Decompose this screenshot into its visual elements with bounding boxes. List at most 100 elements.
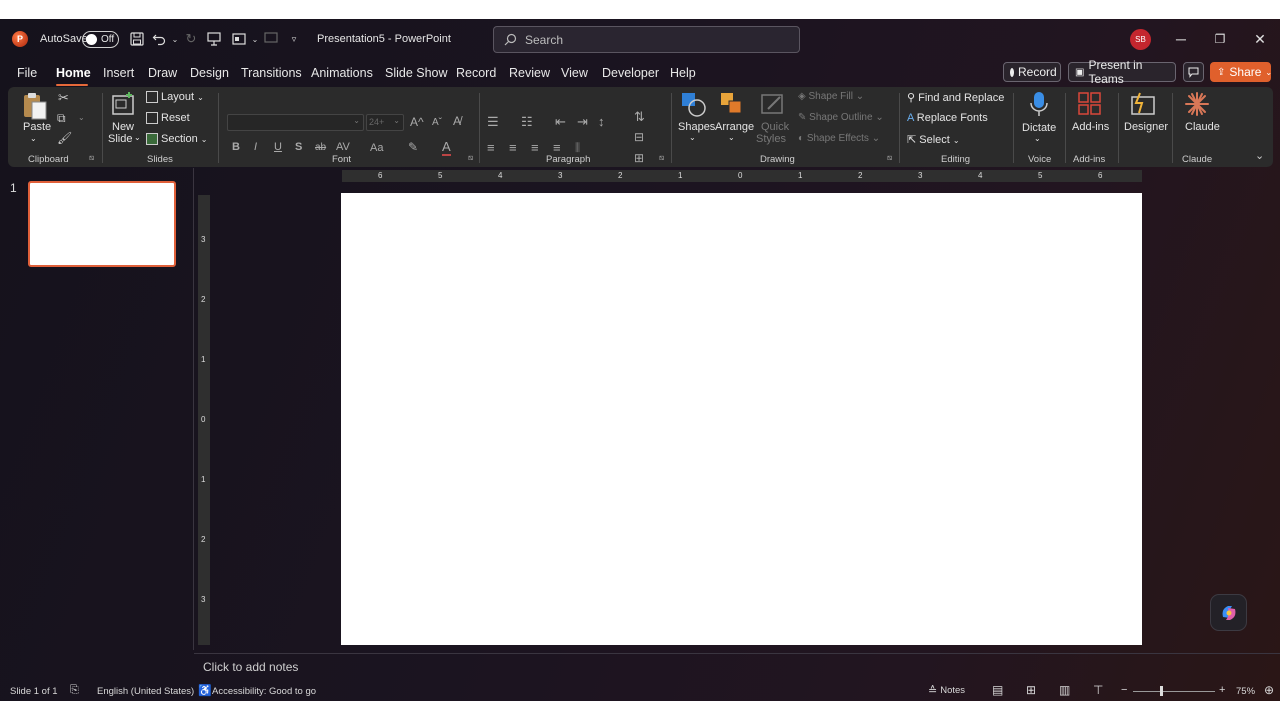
font-color-icon[interactable]: A	[442, 139, 451, 156]
notes-button[interactable]: ≙ Notes	[928, 684, 965, 697]
restore-icon[interactable]: ❐	[1210, 29, 1230, 49]
decrease-indent-icon[interactable]: ⇤	[555, 114, 566, 130]
slide-thumbnail[interactable]	[28, 181, 176, 267]
increase-indent-icon[interactable]: ⇥	[577, 114, 588, 130]
shapes-dropdown-icon[interactable]: ⌄	[689, 133, 696, 142]
align-text-icon[interactable]: ⊟	[634, 130, 644, 144]
pane-divider[interactable]	[193, 168, 194, 650]
format-painter-icon[interactable]: 🖌	[57, 131, 72, 145]
cut-icon[interactable]: ✂	[58, 90, 69, 106]
share-button[interactable]: ⇪ Share ⌄	[1210, 62, 1272, 82]
align-center-icon[interactable]: ≡	[509, 140, 517, 155]
minimize-icon[interactable]: ─	[1171, 29, 1191, 49]
tab-slide-show[interactable]: Slide Show	[385, 66, 448, 80]
quick-styles-icon[interactable]	[760, 91, 786, 117]
slide-sorter-icon[interactable]: ⊞	[1026, 683, 1036, 697]
clipboard-launcher-icon[interactable]: ⧅	[89, 153, 94, 163]
reading-view-icon[interactable]: ▥	[1059, 683, 1070, 697]
justify-icon[interactable]: ≡	[553, 140, 561, 155]
reset-button[interactable]: Reset	[146, 112, 190, 125]
shape-outline-button[interactable]: ✎ Shape Outline ⌄	[798, 112, 884, 123]
tab-draw[interactable]: Draw	[148, 66, 177, 80]
font-size-input[interactable]: 24+ ⌄	[366, 114, 404, 131]
shape-fill-button[interactable]: ◈ Shape Fill ⌄	[798, 91, 864, 102]
tab-home[interactable]: Home	[56, 66, 91, 80]
copilot-button[interactable]	[1210, 594, 1247, 631]
zoom-out-icon[interactable]: −	[1121, 684, 1127, 696]
tab-animations[interactable]: Animations	[311, 66, 373, 80]
zoom-slider[interactable]	[1133, 691, 1215, 692]
customize-qat-icon[interactable]: ▿	[285, 30, 303, 48]
tab-view[interactable]: View	[561, 66, 588, 80]
slideshow-view-icon[interactable]: ⊤	[1093, 683, 1103, 697]
claude-icon[interactable]	[1184, 91, 1210, 117]
bold-button[interactable]: B	[232, 141, 240, 153]
present-from-beginning-icon[interactable]	[205, 30, 223, 48]
bullets-icon[interactable]: ☰	[487, 114, 499, 130]
font-name-input[interactable]: ⌄	[227, 114, 364, 131]
grow-font-icon[interactable]: A^	[410, 115, 424, 129]
paste-icon[interactable]	[22, 91, 48, 121]
quick-styles-label-2[interactable]: Styles	[756, 133, 786, 145]
comments-button[interactable]	[1183, 62, 1204, 82]
normal-view-icon[interactable]: ▤	[992, 683, 1003, 697]
dictate-label[interactable]: Dictate	[1022, 122, 1056, 134]
arrange-label[interactable]: Arrange	[715, 121, 754, 133]
layout-button[interactable]: Layout ⌄	[146, 91, 204, 104]
search-input[interactable]: Search	[493, 26, 800, 53]
redo-icon[interactable]: ↻	[182, 30, 200, 48]
character-spacing-button[interactable]: AV	[336, 141, 350, 153]
slide-canvas[interactable]	[341, 193, 1142, 645]
close-icon[interactable]: ✕	[1250, 29, 1270, 49]
tab-design[interactable]: Design	[190, 66, 229, 80]
spelling-icon[interactable]: ⎘	[70, 684, 79, 697]
user-avatar[interactable]: SB	[1130, 29, 1151, 50]
shapes-icon[interactable]	[680, 91, 706, 117]
shape-effects-button[interactable]: ◐ Shape Effects ⌄	[798, 133, 880, 144]
dictate-dropdown-icon[interactable]: ⌄	[1034, 134, 1041, 143]
language-indicator[interactable]: English (United States)	[97, 686, 194, 697]
smartart-icon[interactable]: ⊞	[634, 151, 644, 165]
zoom-in-icon[interactable]: +	[1219, 684, 1225, 696]
copy-icon[interactable]: ⧉	[57, 111, 66, 126]
tab-review[interactable]: Review	[509, 66, 550, 80]
select-button[interactable]: ⇱ Select ⌄	[907, 133, 960, 146]
text-direction-icon[interactable]: ⇅	[634, 109, 645, 125]
shapes-label[interactable]: Shapes	[678, 121, 715, 133]
paste-dropdown-icon[interactable]: ⌄	[30, 134, 37, 143]
numbering-icon[interactable]: ☷	[521, 114, 533, 130]
underline-button[interactable]: U	[274, 141, 282, 153]
highlight-icon[interactable]: ✎	[408, 140, 418, 154]
autosave-toggle[interactable]: Off	[82, 31, 119, 48]
zoom-slider-thumb[interactable]	[1160, 686, 1163, 696]
claude-label[interactable]: Claude	[1185, 121, 1220, 133]
new-slide-icon[interactable]	[110, 91, 136, 117]
find-replace-button[interactable]: ⚲ Find and Replace	[907, 91, 1004, 104]
notes-placeholder[interactable]: Click to add notes	[203, 660, 298, 674]
shadow-button[interactable]: S	[295, 141, 302, 153]
accessibility-status[interactable]: Accessibility: Good to go	[212, 686, 316, 697]
replace-fonts-button[interactable]: A Replace Fonts	[907, 112, 988, 124]
paragraph-launcher-icon[interactable]: ⧅	[659, 153, 664, 163]
arrange-icon[interactable]	[719, 91, 745, 117]
drawing-launcher-icon[interactable]: ⧅	[887, 153, 892, 163]
designer-icon[interactable]	[1130, 91, 1156, 117]
italic-button[interactable]: I	[254, 141, 257, 153]
arrange-dropdown-icon[interactable]: ⌄	[728, 133, 735, 142]
tab-record[interactable]: Record	[456, 66, 496, 80]
designer-label[interactable]: Designer	[1124, 121, 1168, 133]
quick-styles-label-1[interactable]: Quick	[761, 121, 789, 133]
slideshow-icon[interactable]	[262, 30, 280, 48]
record-button[interactable]: Record	[1003, 62, 1061, 82]
new-slide-label-2[interactable]: Slide	[108, 133, 132, 145]
microphone-icon[interactable]	[1026, 91, 1052, 117]
section-button[interactable]: Section ⌄	[146, 133, 207, 146]
save-icon[interactable]	[128, 30, 146, 48]
notes-pane[interactable]	[194, 653, 1280, 681]
fit-to-window-icon[interactable]: ⊕	[1264, 683, 1274, 697]
tab-insert[interactable]: Insert	[103, 66, 134, 80]
add-ins-icon[interactable]	[1077, 91, 1103, 117]
new-slide-label-1[interactable]: New	[112, 121, 134, 133]
add-ins-label[interactable]: Add-ins	[1072, 121, 1109, 133]
tab-transitions[interactable]: Transitions	[241, 66, 302, 80]
